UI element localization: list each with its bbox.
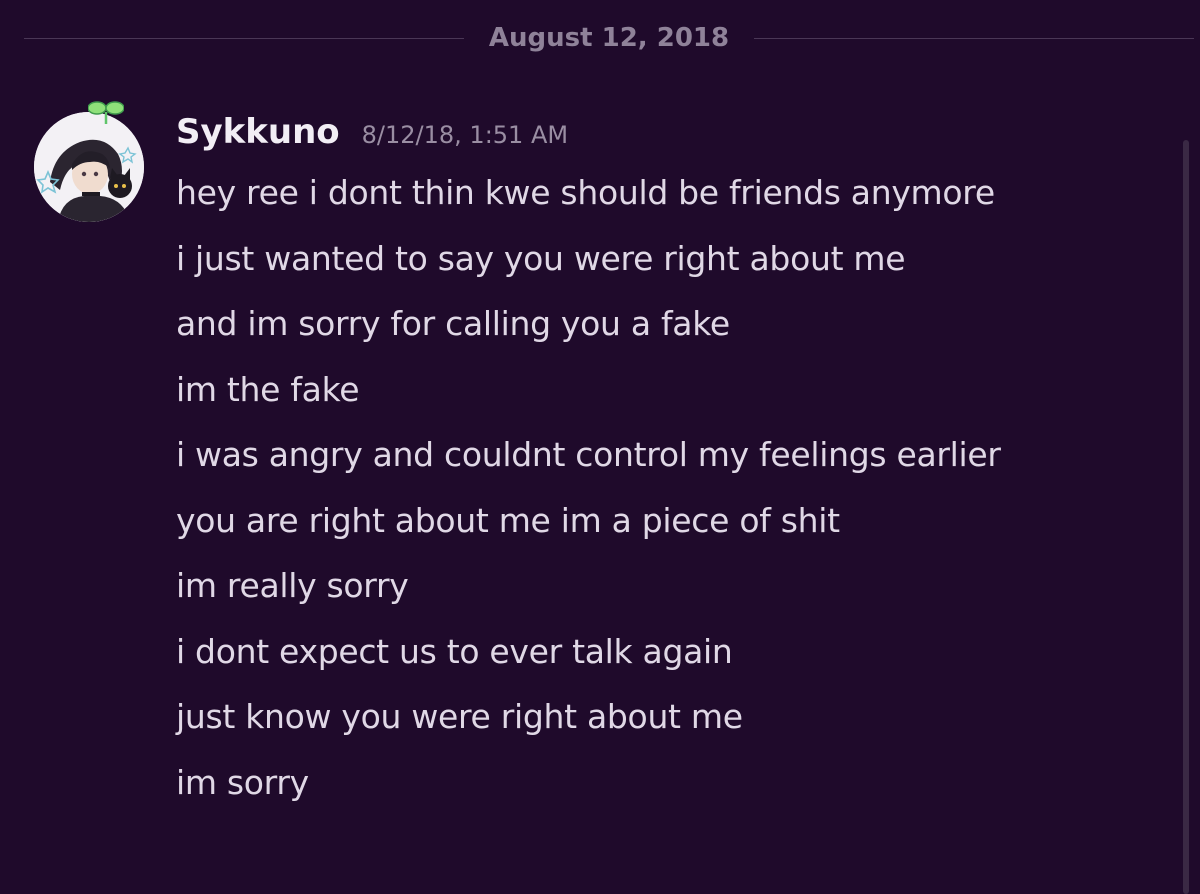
user-avatar[interactable] [34,112,144,222]
message-line[interactable]: hey ree i dont thin kwe should be friend… [176,168,1136,234]
message-header: Sykkuno 8/12/18, 1:51 AM [176,112,568,158]
date-divider: August 12, 2018 [24,23,1194,53]
message-list: hey ree i dont thin kwe should be friend… [176,168,1136,823]
message-line[interactable]: im really sorry [176,561,1136,627]
sprout-icon [88,101,124,124]
username[interactable]: Sykkuno [176,112,340,152]
message-line[interactable]: i dont expect us to ever talk again [176,627,1136,693]
message-line[interactable]: just know you were right about me [176,692,1136,758]
message-line[interactable]: i was angry and couldnt control my feeli… [176,430,1136,496]
message-line[interactable]: im the fake [176,365,1136,431]
divider-date: August 12, 2018 [488,23,730,53]
scrollbar[interactable] [1183,140,1189,894]
message-line[interactable]: and im sorry for calling you a fake [176,299,1136,365]
avatar-image-icon [34,112,144,222]
message-line[interactable]: i just wanted to say you were right abou… [176,234,1136,300]
message-line[interactable]: you are right about me im a piece of shi… [176,496,1136,562]
divider-line-left [24,38,464,39]
message-line[interactable]: im sorry [176,758,1136,824]
divider-line-right [754,38,1194,39]
message-timestamp[interactable]: 8/12/18, 1:51 AM [362,121,568,149]
